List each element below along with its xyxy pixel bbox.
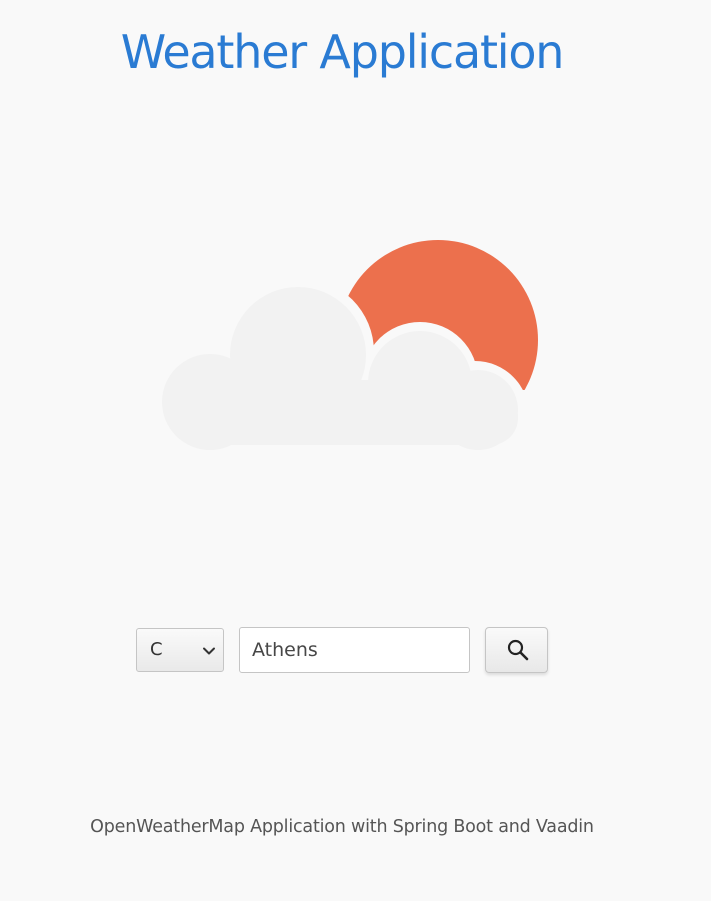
unit-select-value: C xyxy=(150,639,163,660)
footer-text: OpenWeatherMap Application with Spring B… xyxy=(90,817,594,837)
unit-select[interactable]: C xyxy=(136,628,224,672)
partly-cloudy-sun-icon xyxy=(160,240,570,470)
search-icon xyxy=(507,639,529,661)
city-input[interactable] xyxy=(239,627,470,673)
chevron-down-icon xyxy=(203,647,215,655)
page-title: Weather Application xyxy=(120,25,565,79)
search-button[interactable] xyxy=(485,627,548,673)
